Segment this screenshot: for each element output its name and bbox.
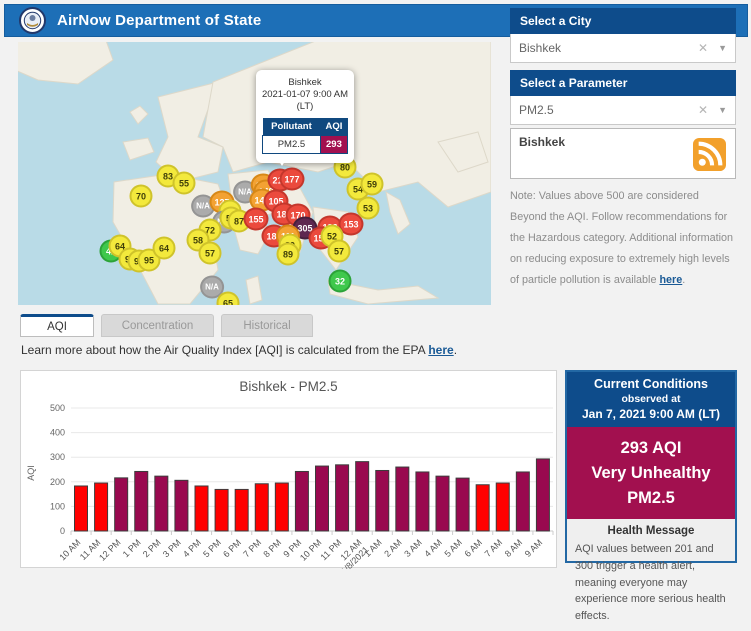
popup-col-aqi: AQI — [320, 118, 347, 136]
svg-text:3 PM: 3 PM — [161, 537, 183, 559]
svg-text:7 AM: 7 AM — [483, 537, 505, 559]
svg-text:2 PM: 2 PM — [141, 537, 163, 559]
note-text: Note: Values above 500 are considered Be… — [510, 190, 733, 286]
svg-text:8 AM: 8 AM — [503, 537, 525, 559]
chart-title: Bishkek - PM2.5 — [21, 379, 556, 394]
svg-text:3 AM: 3 AM — [402, 537, 424, 559]
svg-text:4 PM: 4 PM — [181, 537, 203, 559]
aqi-map-marker[interactable]: 53 — [357, 197, 380, 220]
svg-text:2 AM: 2 AM — [382, 537, 404, 559]
svg-text:5 PM: 5 PM — [201, 537, 223, 559]
city-dropdown-caret-icon[interactable]: ▼ — [718, 43, 727, 53]
svg-text:300: 300 — [50, 452, 65, 462]
app-title: AirNow Department of State — [57, 12, 261, 29]
aqi-map-marker[interactable]: 59 — [361, 173, 384, 196]
city-select-value: Bishkek — [519, 41, 698, 55]
cc-pollutant: PM2.5 — [569, 486, 733, 511]
note-here-link[interactable]: here — [659, 274, 682, 286]
state-department-seal-icon — [19, 7, 46, 34]
learn-more-suffix: . — [454, 343, 457, 357]
view-tabs: AQI Concentration Historical — [20, 314, 313, 337]
cc-health-message: AQI values between 201 and 300 trigger a… — [575, 541, 727, 625]
select-city-panel: Select a City Bishkek ✕ ▼ — [510, 8, 736, 63]
select-city-header: Select a City — [510, 8, 736, 34]
svg-text:6 PM: 6 PM — [221, 537, 243, 559]
svg-text:10 AM: 10 AM — [57, 537, 82, 562]
aqi-map-marker[interactable]: 89 — [277, 243, 300, 266]
map-popup: Bishkek 2021-01-07 9:00 AM (LT) Pollutan… — [256, 70, 354, 163]
tab-concentration[interactable]: Concentration — [101, 314, 214, 337]
svg-text:11 PM: 11 PM — [319, 537, 344, 562]
popup-aqi-table: Pollutant AQI PM2.5 293 — [262, 118, 348, 154]
parameter-select[interactable]: PM2.5 ✕ ▼ — [510, 96, 736, 125]
svg-text:200: 200 — [50, 477, 65, 487]
cc-health-title: Health Message — [575, 525, 727, 537]
map-landmass — [18, 42, 491, 305]
svg-text:500: 500 — [50, 403, 65, 413]
popup-timezone: (LT) — [261, 101, 349, 113]
aqi-world-map[interactable]: 835570N/AN/A12789N/A53877258574264949195… — [18, 42, 491, 305]
svg-text:1 PM: 1 PM — [121, 537, 143, 559]
tab-aqi[interactable]: AQI — [20, 314, 94, 337]
svg-text:0: 0 — [60, 526, 65, 536]
cc-title: Current Conditions — [569, 377, 733, 391]
epa-here-link[interactable]: here — [428, 343, 453, 357]
svg-text:6 AM: 6 AM — [463, 537, 485, 559]
beyond-aqi-note: Note: Values above 500 are considered Be… — [510, 186, 738, 291]
cc-aqi-value: 293 AQI — [569, 436, 733, 461]
tab-historical[interactable]: Historical — [221, 314, 313, 337]
parameter-dropdown-caret-icon[interactable]: ▼ — [718, 105, 727, 115]
svg-text:5 AM: 5 AM — [442, 537, 464, 559]
city-select[interactable]: Bishkek ✕ ▼ — [510, 34, 736, 63]
aqi-map-marker[interactable]: 55 — [173, 172, 196, 195]
parameter-clear-icon[interactable]: ✕ — [698, 103, 708, 117]
rss-icon[interactable] — [693, 138, 726, 171]
svg-text:8 PM: 8 PM — [261, 537, 283, 559]
svg-text:12 PM: 12 PM — [97, 537, 122, 562]
cc-datetime: Jan 7, 2021 9:00 AM (LT) — [569, 407, 733, 421]
cc-aqi-category: Very Unhealthy — [569, 461, 733, 486]
svg-text:400: 400 — [50, 428, 65, 438]
note-suffix: . — [682, 274, 685, 286]
learn-more-text: Learn more about how the Air Quality Ind… — [21, 343, 457, 357]
aqi-chart-panel: Bishkek - PM2.5 0 100 200 300 400 500 AQI 10 AM… — [20, 370, 557, 568]
aqi-map-marker[interactable]: 32 — [329, 270, 352, 293]
parameter-select-value: PM2.5 — [519, 103, 698, 117]
svg-text:7 PM: 7 PM — [241, 537, 263, 559]
svg-text:9 AM: 9 AM — [523, 537, 545, 559]
aqi-map-marker[interactable]: 64 — [153, 237, 176, 260]
city-clear-icon[interactable]: ✕ — [698, 41, 708, 55]
aqi-bar-chart[interactable]: 0100200300400500AQI10 AM11 AM12 PM1 PM2 … — [21, 395, 556, 574]
current-conditions-panel: Current Conditions observed at Jan 7, 20… — [565, 370, 737, 563]
select-parameter-panel: Select a Parameter PM2.5 ✕ ▼ — [510, 70, 736, 125]
popup-aqi-value: 293 — [320, 135, 347, 153]
learn-more-prefix: Learn more about how the Air Quality Ind… — [21, 343, 428, 357]
svg-text:10 PM: 10 PM — [298, 537, 323, 562]
popup-city: Bishkek — [261, 77, 349, 89]
aqi-map-marker[interactable]: 70 — [130, 185, 153, 208]
aqi-map-marker[interactable]: 57 — [199, 242, 222, 265]
current-conditions-header: Current Conditions observed at Jan 7, 20… — [567, 372, 735, 427]
cc-health-block: Health Message AQI values between 201 an… — [567, 519, 735, 631]
aqi-map-marker[interactable]: 57 — [328, 240, 351, 263]
rss-feed-box: Bishkek — [510, 128, 736, 179]
svg-text:4 AM: 4 AM — [422, 537, 444, 559]
popup-pollutant-value: PM2.5 — [263, 135, 321, 153]
select-parameter-header: Select a Parameter — [510, 70, 736, 96]
cc-aqi-block: 293 AQI Very Unhealthy PM2.5 — [567, 427, 735, 519]
popup-datetime: 2021-01-07 9:00 AM — [261, 89, 349, 101]
svg-text:100: 100 — [50, 501, 65, 511]
svg-text:AQI: AQI — [26, 465, 36, 481]
cc-observed-label: observed at — [569, 393, 733, 405]
svg-text:1 AM: 1 AM — [362, 537, 384, 559]
popup-col-pollutant: Pollutant — [263, 118, 321, 136]
